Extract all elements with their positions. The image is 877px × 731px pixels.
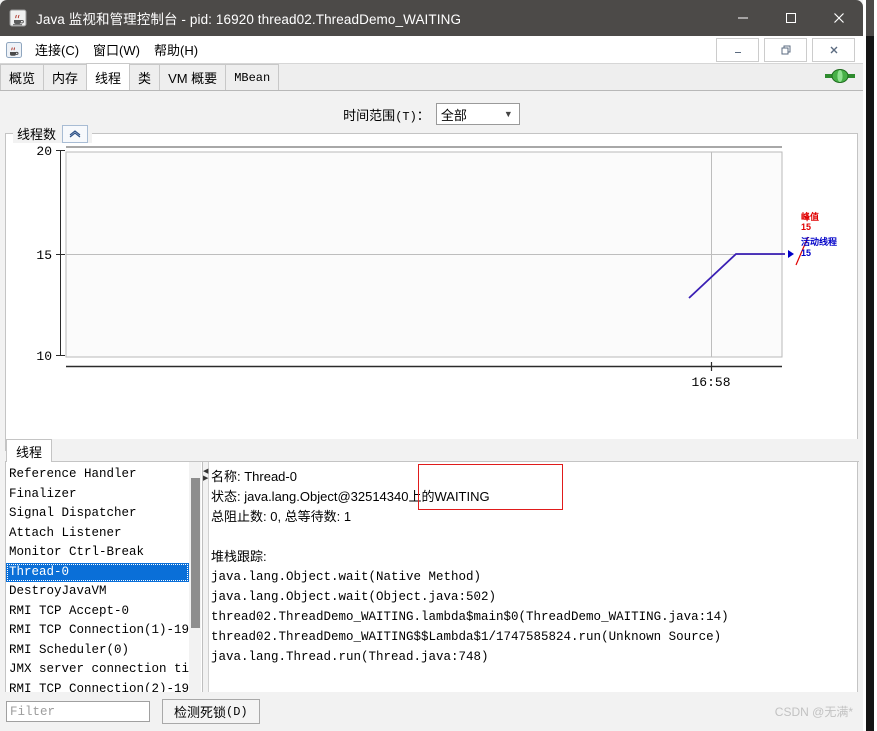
- stack-frame: java.lang.Thread.run(Thread.java:748): [211, 647, 853, 667]
- mdi-restore-button[interactable]: [764, 38, 807, 62]
- desktop-right-edge: [863, 0, 877, 731]
- java-monitoring-console-window: Java 监视和管理控制台 - pid: 16920 thread02.Thre…: [0, 0, 877, 731]
- threads-body: Reference Handler Finalizer Signal Dispa…: [6, 462, 857, 725]
- stack-frame: thread02.ThreadDemo_WAITING$$Lambda$1/17…: [211, 627, 853, 647]
- window-minimize-button[interactable]: [719, 0, 767, 36]
- tab-classes[interactable]: 类: [129, 64, 160, 90]
- chevron-down-icon: ▼: [504, 109, 513, 119]
- thread-count-chart-panel: 线程数 20 15: [5, 133, 858, 451]
- thread-list: Reference Handler Finalizer Signal Dispa…: [6, 465, 189, 719]
- thread-list-container: Reference Handler Finalizer Signal Dispa…: [6, 462, 203, 725]
- time-range-value: 全部: [441, 105, 467, 124]
- list-item[interactable]: JMX server connection tim: [6, 660, 189, 680]
- filter-input[interactable]: [6, 701, 150, 722]
- mdi-minimize-button[interactable]: [716, 38, 759, 62]
- spacer: [211, 527, 853, 547]
- list-item[interactable]: Finalizer: [6, 485, 189, 505]
- tab-mbean[interactable]: MBean: [225, 64, 279, 90]
- mdi-close-button[interactable]: [812, 38, 855, 62]
- thread-detail-text: 名称: Thread-0 状态: java.lang.Object@325143…: [211, 467, 853, 667]
- splitter-arrows-icon[interactable]: ◀▶: [203, 468, 208, 482]
- threads-detail-panel: 线程 Reference Handler Finalizer Signal Di…: [5, 461, 858, 726]
- threads-tab-strip: [6, 439, 859, 462]
- chart-annotation-live-label: 活动线程: [801, 235, 837, 248]
- tab-threads[interactable]: 线程: [86, 63, 130, 90]
- detect-deadlock-button[interactable]: 检测死锁(D): [162, 699, 260, 724]
- stack-frame: java.lang.Object.wait(Object.java:502): [211, 587, 853, 607]
- mdi-window-controls: [716, 38, 855, 62]
- chart-annotation-live-value: 15: [801, 248, 811, 258]
- window-title-text: Java 监视和管理控制台 - pid: 16920 thread02.Thre…: [36, 8, 461, 28]
- threads-subtab[interactable]: 线程: [6, 439, 52, 462]
- thread-count-line-chart: 20 15 10 16:58: [6, 134, 859, 452]
- window-title-bar: Java 监视和管理控制台 - pid: 16920 thread02.Thre…: [0, 0, 863, 36]
- list-item[interactable]: DestroyJavaVM: [6, 582, 189, 602]
- svg-text:15: 15: [36, 248, 52, 263]
- list-item[interactable]: RMI TCP Connection(1)-192.: [6, 621, 189, 641]
- tab-memory[interactable]: 内存: [43, 64, 87, 90]
- stack-frame: thread02.ThreadDemo_WAITING.lambda$main$…: [211, 607, 853, 627]
- tab-vm-summary-label: VM 概要: [168, 68, 217, 87]
- main-tab-bar: 概览 内存 线程 类 VM 概要 MBean: [0, 64, 863, 91]
- thread-detail-state: 状态: java.lang.Object@32514340上的WAITING: [211, 487, 853, 507]
- connection-status-indicator-icon: [825, 69, 855, 86]
- list-item[interactable]: Monitor Ctrl-Break: [6, 543, 189, 563]
- thread-detail-name: 名称: Thread-0: [211, 467, 853, 487]
- tab-threads-label: 线程: [95, 68, 121, 87]
- time-range-label: 时间范围(T)：: [343, 105, 430, 124]
- list-item[interactable]: Attach Listener: [6, 524, 189, 544]
- threads-tab-content: 时间范围(T)： 全部 ▼ 线程数: [0, 91, 863, 731]
- watermark-text: CSDN @无满*: [775, 703, 853, 720]
- time-range-row: 时间范围(T)： 全部 ▼: [0, 100, 863, 128]
- detect-deadlock-label: 检测死锁: [174, 702, 226, 721]
- bottom-toolbar: 检测死锁(D) CSDN @无满*: [0, 692, 863, 731]
- thread-detail-container: ◀▶ 名称: Thread-0 状态: java.lang.Object@325…: [203, 462, 857, 725]
- java-coffee-cup-icon: [9, 9, 27, 27]
- stack-frame: java.lang.Object.wait(Native Method): [211, 567, 853, 587]
- stack-trace-header: 堆栈跟踪:: [211, 547, 853, 567]
- detect-deadlock-mnemonic: (D): [226, 705, 248, 719]
- list-item-selected[interactable]: Thread-0: [6, 563, 189, 583]
- window-close-button[interactable]: [815, 0, 863, 36]
- scrollbar-thumb[interactable]: [191, 478, 200, 628]
- svg-text:16:58: 16:58: [691, 375, 730, 390]
- menu-item-window[interactable]: 窗口(W): [86, 38, 147, 61]
- tab-mbean-label: MBean: [234, 71, 270, 85]
- thread-detail-counts: 总阻止数: 0, 总等待数: 1: [211, 507, 853, 527]
- list-item[interactable]: RMI TCP Accept-0: [6, 602, 189, 622]
- window-maximize-button[interactable]: [767, 0, 815, 36]
- svg-text:10: 10: [36, 349, 52, 364]
- time-range-select[interactable]: 全部 ▼: [436, 103, 520, 125]
- menu-item-connection[interactable]: 连接(C): [28, 38, 86, 61]
- window-controls: [719, 0, 863, 36]
- tab-classes-label: 类: [138, 68, 151, 87]
- menu-bar: 连接(C) 窗口(W) 帮助(H): [0, 36, 863, 64]
- thread-list-vertical-scrollbar[interactable]: [189, 462, 201, 709]
- java-coffee-cup-icon: [6, 42, 22, 58]
- list-item[interactable]: RMI Scheduler(0): [6, 641, 189, 661]
- chart-annotation-peak-value: 15: [801, 222, 811, 232]
- threads-subtab-label: 线程: [16, 442, 42, 461]
- tab-vm-summary[interactable]: VM 概要: [159, 64, 226, 90]
- tab-overview-label: 概览: [9, 68, 35, 87]
- menu-item-help[interactable]: 帮助(H): [147, 38, 205, 61]
- list-item[interactable]: Signal Dispatcher: [6, 504, 189, 524]
- svg-text:20: 20: [36, 144, 52, 159]
- list-item[interactable]: Reference Handler: [6, 465, 189, 485]
- tab-memory-label: 内存: [52, 68, 78, 87]
- tab-overview[interactable]: 概览: [0, 64, 44, 90]
- panel-splitter[interactable]: ◀▶: [203, 462, 209, 725]
